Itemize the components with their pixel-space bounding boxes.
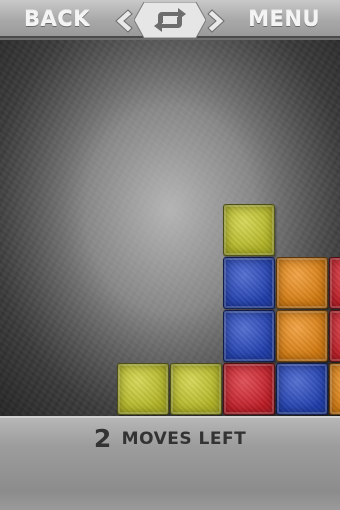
red-block[interactable] (329, 257, 340, 309)
yellow-block[interactable] (223, 204, 275, 256)
orange-block[interactable] (329, 363, 340, 415)
red-block[interactable] (329, 310, 340, 362)
moves-status: 2 MOVES LEFT (0, 424, 340, 454)
level-nav (108, 2, 232, 38)
game-screen: BACK MENU 2 MOVES LEFT (0, 0, 340, 510)
red-block[interactable] (223, 363, 275, 415)
yellow-block[interactable] (117, 363, 169, 415)
menu-button[interactable]: MENU (248, 4, 320, 34)
back-button[interactable]: BACK (24, 4, 90, 34)
blue-block[interactable] (223, 310, 275, 362)
blue-block[interactable] (223, 257, 275, 309)
chevron-right-icon[interactable] (204, 8, 230, 34)
restart-button[interactable] (134, 2, 206, 38)
top-bar: BACK MENU (0, 0, 340, 38)
orange-block[interactable] (276, 310, 328, 362)
moves-label: MOVES LEFT (121, 428, 247, 449)
moves-count: 2 (93, 424, 112, 453)
yellow-block[interactable] (170, 363, 222, 415)
orange-block[interactable] (276, 257, 328, 309)
blue-block[interactable] (276, 363, 328, 415)
chevron-left-icon[interactable] (110, 8, 136, 34)
